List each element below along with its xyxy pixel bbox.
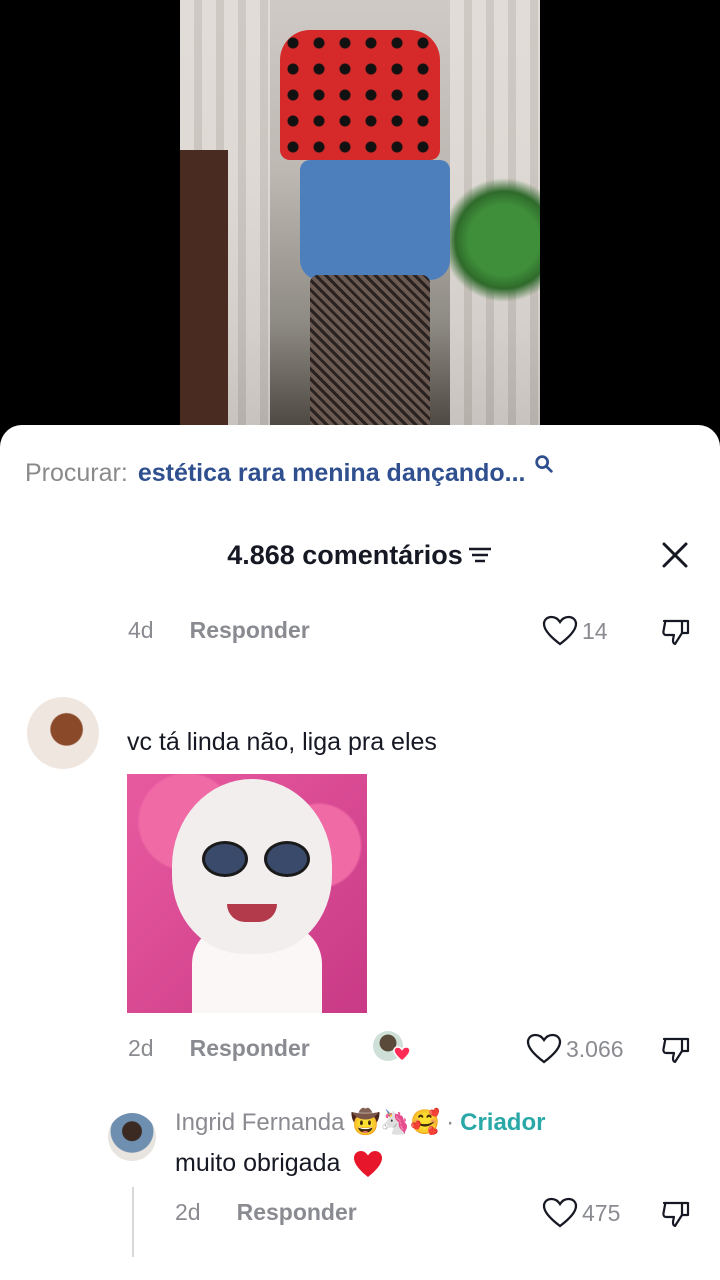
close-icon[interactable] xyxy=(660,540,690,570)
filter-icon[interactable] xyxy=(467,544,493,566)
reply-text-row: muito obrigada xyxy=(175,1149,383,1178)
like-button[interactable]: 3.066 xyxy=(526,1033,624,1065)
comment-gif[interactable] xyxy=(127,774,367,1013)
creator-badge: Criador xyxy=(460,1108,546,1136)
red-heart-icon xyxy=(354,1151,383,1178)
comment-count: 4.868 comentários xyxy=(227,540,463,570)
dislike-icon[interactable] xyxy=(660,615,692,647)
comment-meta: 2d Responder xyxy=(128,1035,310,1062)
like-count: 14 xyxy=(582,617,608,644)
dancer-legs xyxy=(310,275,430,430)
reply-button[interactable]: Responder xyxy=(190,617,310,644)
search-prefix: Procurar: xyxy=(25,459,128,487)
reply-age: 2d xyxy=(175,1199,201,1225)
dancer-top xyxy=(280,30,440,160)
gif-cat-mouth xyxy=(227,904,277,922)
dislike-icon[interactable] xyxy=(660,1033,692,1065)
reply-meta: 2d Responder xyxy=(175,1199,357,1226)
dislike-icon[interactable] xyxy=(660,1197,692,1229)
search-icon[interactable] xyxy=(533,453,555,475)
heart-icon[interactable] xyxy=(542,1197,578,1229)
comment-text: vc tá linda não, liga pra eles xyxy=(127,728,437,756)
creator-heart-icon xyxy=(393,1046,411,1062)
reply-author-emojis: 🤠🦄🥰 xyxy=(350,1109,441,1136)
dancer-skirt xyxy=(300,160,450,280)
like-count: 3.066 xyxy=(566,1035,624,1062)
reply-author[interactable]: Ingrid Fernanda xyxy=(175,1109,344,1137)
avatar[interactable] xyxy=(27,697,99,769)
like-button[interactable]: 14 xyxy=(542,615,608,647)
comment-age: 4d xyxy=(128,617,154,643)
comment-meta: 4d Responder xyxy=(128,617,310,644)
like-count: 475 xyxy=(582,1199,621,1226)
separator-dot: · xyxy=(446,1108,455,1136)
reply-avatar[interactable] xyxy=(108,1113,156,1161)
reply-button[interactable]: Responder xyxy=(237,1199,357,1226)
gif-cat-face xyxy=(172,779,332,954)
comments-sheet: Procurar: estética rara menina dançando.… xyxy=(0,425,720,1280)
video-frame[interactable] xyxy=(180,0,540,430)
like-button[interactable]: 475 xyxy=(542,1197,620,1229)
video-player[interactable] xyxy=(0,0,720,430)
gif-cat-eye xyxy=(202,841,248,877)
gif-cat-eye xyxy=(264,841,310,877)
reply-author-row[interactable]: Ingrid Fernanda 🤠🦄🥰 · Criador xyxy=(175,1108,545,1137)
thread-line xyxy=(132,1187,134,1257)
comment-age: 2d xyxy=(128,1035,154,1061)
reply-button[interactable]: Responder xyxy=(190,1035,310,1062)
chair xyxy=(180,150,228,430)
comments-header: 4.868 comentários xyxy=(0,530,720,580)
reply-text: muito obrigada xyxy=(175,1149,341,1177)
related-search[interactable]: Procurar: estética rara menina dançando.… xyxy=(25,454,555,488)
search-query-link[interactable]: estética rara menina dançando... xyxy=(138,459,526,488)
heart-icon[interactable] xyxy=(526,1033,562,1065)
plant xyxy=(450,170,540,310)
next-comment-peek xyxy=(110,1267,610,1280)
heart-icon[interactable] xyxy=(542,615,578,647)
